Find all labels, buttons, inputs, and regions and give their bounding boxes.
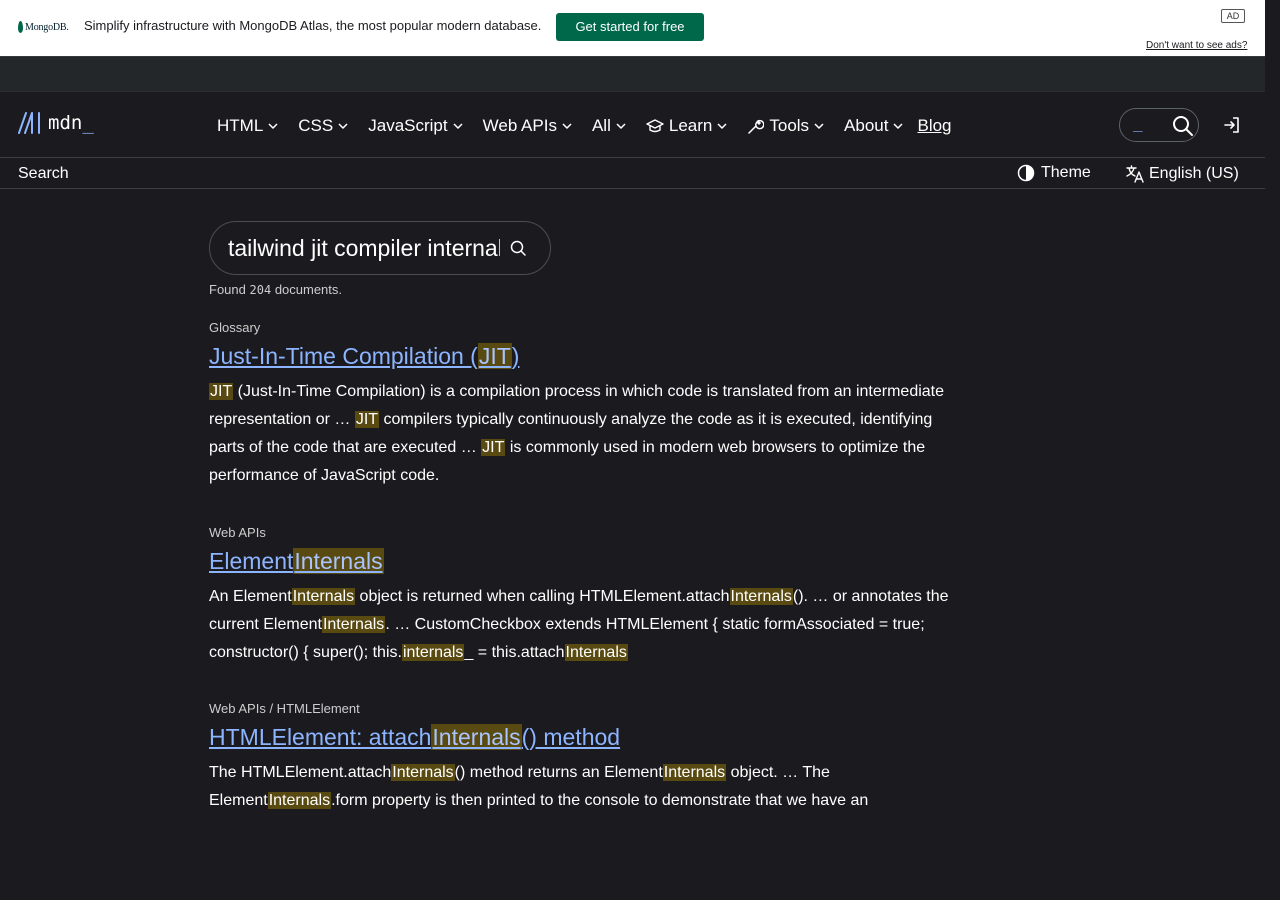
nav-tools[interactable]: Tools [747, 116, 824, 136]
nav-css[interactable]: CSS [298, 116, 348, 136]
top-navigation: mdn_ HTML CSS JavaScript Web APIs All Le… [0, 91, 1265, 157]
nav-css-label: CSS [298, 116, 334, 135]
ad-cta-button[interactable]: Get started for free [556, 13, 704, 41]
chevron-down-icon [453, 123, 463, 130]
nav-html[interactable]: HTML [217, 116, 278, 136]
ad-badge: AD [1221, 9, 1245, 23]
search-highlight: Internals [321, 616, 386, 633]
chevron-down-icon [893, 123, 904, 130]
search-highlight: Internals [431, 724, 522, 750]
nav-javascript[interactable]: JavaScript [368, 116, 463, 136]
main-nav: HTML CSS JavaScript Web APIs All Learn T… [217, 114, 972, 138]
result-snippet: JIT (Just-In-Time Compilation) is a comp… [209, 383, 945, 484]
nav-learn[interactable]: Learn [646, 116, 727, 136]
ad-brand: MongoDB. [25, 21, 69, 33]
theme-label: Theme [1041, 164, 1091, 181]
search-highlight: Internals [291, 588, 356, 605]
theme-icon [1017, 164, 1035, 182]
nav-tools-label: Tools [769, 116, 810, 135]
search-highlight: Internals [662, 764, 727, 781]
viewport-bottom [0, 814, 1280, 900]
search-result: Glossary Just-In-Time Compilation (JIT) … [209, 320, 969, 490]
search-highlight: Internals [564, 644, 628, 661]
learn-cap-icon [646, 119, 664, 133]
language-icon [1126, 165, 1144, 183]
nav-about[interactable]: About [844, 116, 904, 136]
result-title-link[interactable]: ElementInternals [209, 548, 384, 575]
search-highlight: Internals [293, 548, 384, 574]
logo-text: mdn_ [48, 112, 94, 134]
ad-banner: MongoDB. Simplify infrastructure with Mo… [0, 0, 1265, 56]
result-category: Web APIs / HTMLElement [209, 701, 360, 716]
chevron-down-icon [814, 123, 824, 130]
nav-blog[interactable]: Blog [917, 116, 951, 136]
search-icon [1173, 116, 1193, 136]
results-count-number: 204 [249, 283, 272, 297]
ad-text[interactable]: Simplify infrastructure with MongoDB Atl… [84, 18, 541, 33]
breadcrumb[interactable]: Search [18, 165, 69, 183]
search-cursor: _ [1133, 113, 1143, 132]
result-title-link[interactable]: HTMLElement: attachInternals() method [209, 724, 620, 751]
header-search-button[interactable]: _ [1119, 108, 1199, 142]
chevron-down-icon [717, 123, 727, 130]
results-count: Found 204 documents. [209, 282, 342, 297]
search-highlight: JIT [209, 383, 234, 400]
ad-optout-link[interactable]: Don't want to see ads? [1146, 40, 1247, 51]
search-form [209, 221, 551, 275]
nav-all-label: All [591, 116, 611, 135]
nav-javascript-label: JavaScript [368, 116, 448, 135]
result-snippet: The HTMLElement.attachInternals() method… [209, 764, 869, 809]
scrollbar[interactable] [1265, 0, 1280, 900]
mongodb-logo[interactable]: MongoDB. [18, 19, 69, 35]
result-category: Web APIs [209, 525, 266, 540]
nav-web-apis[interactable]: Web APIs [483, 116, 572, 136]
result-title-link[interactable]: Just-In-Time Compilation (JIT) [209, 343, 519, 370]
chevron-down-icon [338, 123, 348, 130]
search-input[interactable] [228, 234, 500, 262]
nav-learn-label: Learn [668, 116, 713, 135]
search-highlight: Internals [729, 588, 793, 605]
search-result: Web APIs ElementInternals An ElementInte… [209, 525, 969, 667]
language-button[interactable]: English (US) [1125, 164, 1239, 184]
search-icon[interactable] [510, 240, 527, 257]
mdn-logo-icon [18, 112, 40, 134]
result-snippet: An ElementInternals object is returned w… [209, 588, 949, 661]
nav-html-label: HTML [217, 116, 264, 135]
search-highlight: internals [401, 644, 465, 661]
tools-wrench-icon [748, 119, 765, 134]
mdn-logo[interactable]: mdn_ [18, 112, 94, 134]
chevron-down-icon [562, 123, 572, 130]
nav-web-apis-label: Web APIs [482, 116, 557, 135]
login-icon[interactable] [1222, 115, 1242, 135]
nav-all[interactable]: All [592, 116, 626, 136]
theme-button[interactable]: Theme [1017, 164, 1091, 182]
search-highlight: JIT [481, 439, 506, 456]
search-highlight: JIT [477, 343, 512, 369]
results-count-prefix: Found [209, 282, 246, 297]
results-count-suffix: documents. [274, 282, 343, 297]
search-highlight: Internals [267, 792, 332, 809]
chevron-down-icon [616, 123, 626, 130]
search-highlight: Internals [391, 764, 455, 781]
search-highlight: JIT [354, 411, 380, 428]
banner-strip [0, 56, 1265, 91]
language-label: English (US) [1149, 165, 1239, 182]
result-category: Glossary [209, 320, 261, 335]
nav-about-label: About [844, 116, 889, 135]
mongodb-leaf-icon [18, 21, 23, 33]
search-result: Web APIs / HTMLElement HTMLElement: atta… [209, 701, 969, 815]
chevron-down-icon [268, 123, 278, 130]
breadcrumb-bar: Search Theme English (US) [0, 157, 1265, 189]
